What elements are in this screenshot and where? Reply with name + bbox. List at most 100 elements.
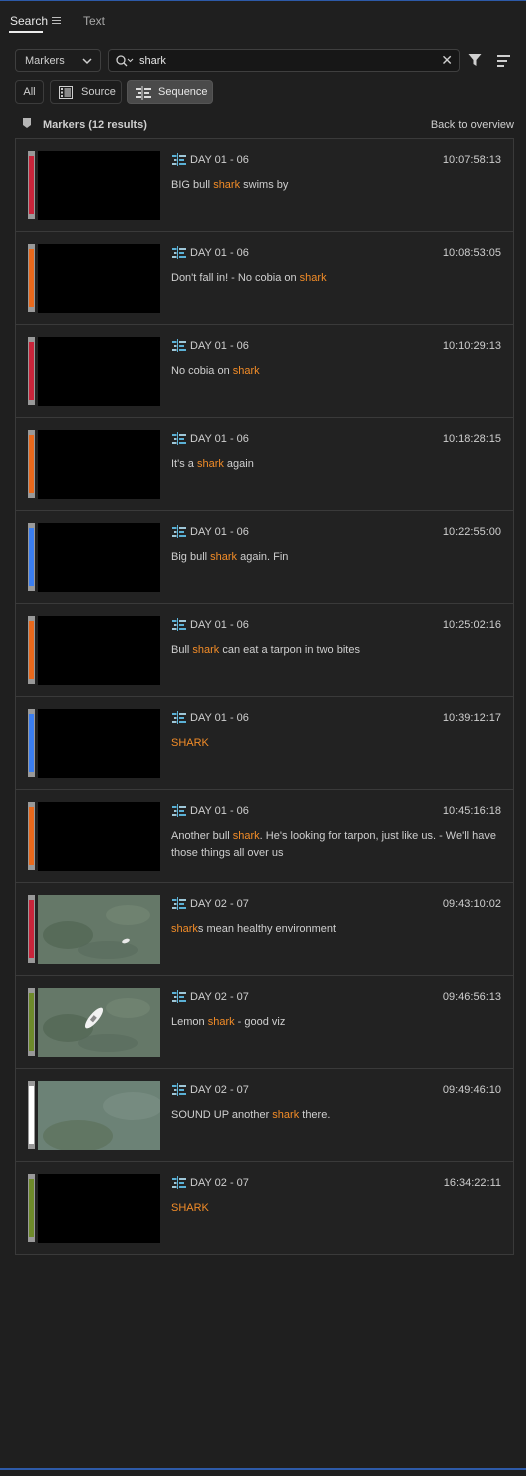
list-options-icon[interactable]: [497, 55, 510, 70]
clip-name-label: DAY 01 - 06: [190, 247, 249, 259]
list-item[interactable]: DAY 01 - 06 10:39:12:17 SHARK: [16, 697, 513, 790]
marker-comment: It's a shark again: [171, 456, 501, 473]
marker-color-bar: [28, 1174, 35, 1242]
markers-section-header: Markers (12 results) Back to overview: [0, 115, 526, 133]
search-match-highlight: shark: [232, 365, 260, 377]
source-clip-icon: [59, 86, 73, 99]
list-item[interactable]: DAY 01 - 06 10:18:28:15 It's a shark again: [16, 418, 513, 511]
search-input[interactable]: shark ✕: [108, 49, 460, 72]
tab-text[interactable]: Text: [83, 14, 105, 28]
marker-timecode: 10:07:58:13: [442, 154, 501, 166]
marker-color-bar: [28, 337, 35, 405]
sequence-icon: [172, 153, 186, 166]
filter-sequence-button[interactable]: Sequence: [127, 80, 213, 104]
marker-color-bar: [28, 616, 35, 684]
filter-source-button[interactable]: Source: [50, 80, 122, 104]
markers-result-count: Markers (12 results): [43, 119, 147, 131]
clip-thumbnail[interactable]: [38, 430, 160, 499]
marker-timecode: 09:49:46:10: [442, 1084, 501, 1096]
scope-dropdown-value: Markers: [25, 55, 65, 67]
list-item[interactable]: DAY 02 - 07 09:43:10:02 sharks mean health…: [16, 883, 513, 976]
clip-thumbnail[interactable]: [38, 523, 160, 592]
sequence-icon: [172, 897, 186, 910]
list-item[interactable]: DAY 01 - 06 10:08:53:05 Don't fall in! - N…: [16, 232, 513, 325]
filter-sequence-label: Sequence: [158, 86, 208, 98]
search-query: shark: [139, 55, 166, 67]
comment-text: No cobia on: [171, 365, 233, 377]
list-item[interactable]: DAY 02 - 07 16:34:22:11 SHARK: [16, 1162, 513, 1255]
marker-color-bar: [28, 802, 35, 870]
results-list: DAY 01 - 06 10:07:58:13 BIG bull shark swi…: [15, 138, 514, 1255]
panel-menu-icon[interactable]: [52, 17, 61, 25]
search-match-highlight: shark: [210, 551, 238, 563]
list-item[interactable]: DAY 01 - 06 10:25:02:16 Bull shark can eat…: [16, 604, 513, 697]
list-item[interactable]: DAY 01 - 06 10:45:16:18 Another bull shark…: [16, 790, 513, 883]
marker-comment: Bull shark can eat a tarpon in two bites: [171, 642, 501, 659]
list-item[interactable]: DAY 01 - 06 10:10:29:13 No cobia on shark: [16, 325, 513, 418]
search-match-highlight: shark: [232, 830, 260, 842]
marker-comment: Big bull shark again. Fin: [171, 549, 501, 566]
sequence-icon: [172, 711, 186, 724]
marker-comment: BIG bull shark swims by: [171, 177, 501, 194]
clip-name-label: DAY 02 - 07: [190, 1084, 249, 1096]
search-match-highlight: shark: [171, 923, 198, 935]
panel-bottom-accent: [0, 1468, 526, 1470]
marker-color-bar: [28, 988, 35, 1056]
filter-all-button[interactable]: All: [15, 80, 44, 104]
back-to-overview-link[interactable]: Back to overview: [431, 119, 514, 131]
clip-thumbnail[interactable]: [38, 337, 160, 406]
marker-comment: Lemon shark - good viz: [171, 1014, 501, 1031]
search-match-highlight: shark: [207, 1016, 235, 1028]
sequence-icon: [172, 1083, 186, 1096]
clip-thumbnail[interactable]: [38, 709, 160, 778]
comment-text: Big bull: [171, 551, 211, 563]
marker-comment: No cobia on shark: [171, 363, 501, 380]
list-item[interactable]: DAY 02 - 07 09:49:46:10 SOUND UP another s…: [16, 1069, 513, 1162]
search-match-highlight: shark: [192, 644, 220, 656]
sequence-icon: [172, 339, 186, 352]
list-item[interactable]: DAY 02 - 07 09:46:56:13 Lemon shark - good…: [16, 976, 513, 1069]
clip-name-label: DAY 01 - 06: [190, 619, 249, 631]
clear-search-icon[interactable]: ✕: [441, 53, 453, 67]
tab-search[interactable]: Search: [10, 14, 48, 28]
marker-color-fill: [29, 714, 34, 772]
clip-thumbnail[interactable]: [38, 802, 160, 871]
marker-color-fill: [29, 528, 34, 586]
clip-thumbnail[interactable]: [38, 1174, 160, 1243]
clip-name-label: DAY 02 - 07: [190, 1177, 249, 1189]
marker-comment: SHARK: [171, 735, 501, 752]
list-item[interactable]: DAY 01 - 06 10:22:55:00 Big bull shark aga…: [16, 511, 513, 604]
clip-name-label: DAY 01 - 06: [190, 154, 249, 166]
clip-thumbnail[interactable]: [38, 895, 160, 964]
search-match-highlight: shark: [196, 458, 224, 470]
sequence-icon: [172, 246, 186, 259]
clip-thumbnail[interactable]: [38, 616, 160, 685]
marker-color-fill: [29, 807, 34, 865]
marker-color-fill: [29, 1179, 34, 1237]
marker-color-fill: [29, 993, 34, 1051]
sequence-icon: [172, 525, 186, 538]
active-tab-indicator: [9, 31, 43, 33]
filter-icon[interactable]: [468, 53, 482, 67]
marker-color-fill: [29, 156, 34, 214]
clip-thumbnail[interactable]: [38, 1081, 160, 1150]
clip-thumbnail[interactable]: [38, 151, 160, 220]
marker-timecode: 10:08:53:05: [442, 247, 501, 259]
marker-comment: SOUND UP another shark there.: [171, 1107, 501, 1124]
clip-thumbnail[interactable]: [38, 244, 160, 313]
marker-color-fill: [29, 342, 34, 400]
clip-thumbnail[interactable]: [38, 988, 160, 1057]
comment-text: It's a: [171, 458, 197, 470]
marker-color-fill: [29, 435, 34, 493]
marker-comment: Don't fall in! - No cobia on shark: [171, 270, 501, 287]
list-item[interactable]: DAY 01 - 06 10:07:58:13 BIG bull shark swi…: [16, 139, 513, 232]
search-icon[interactable]: [115, 54, 135, 68]
clip-name-label: DAY 01 - 06: [190, 433, 249, 445]
marker-color-bar: [28, 1081, 35, 1149]
sequence-icon: [172, 432, 186, 445]
marker-timecode: 10:45:16:18: [442, 805, 501, 817]
marker-timecode: 09:43:10:02: [442, 898, 501, 910]
scope-dropdown[interactable]: Markers: [15, 49, 101, 72]
clip-name-label: DAY 02 - 07: [190, 898, 249, 910]
clip-name-label: DAY 02 - 07: [190, 991, 249, 1003]
